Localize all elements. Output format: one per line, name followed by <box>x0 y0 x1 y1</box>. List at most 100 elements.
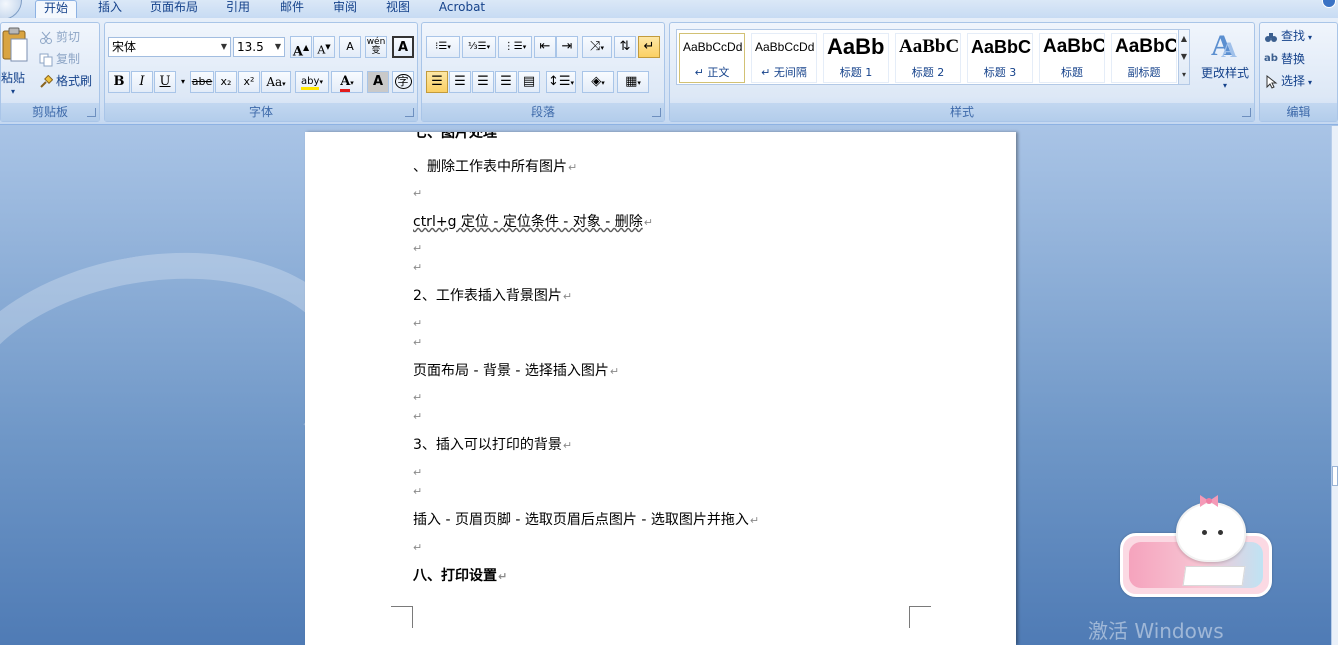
bullets-button[interactable]: ⁝☰▾ <box>426 36 460 58</box>
margin-corner-mark <box>909 606 931 628</box>
decrease-indent-button[interactable]: ⇤ <box>534 36 556 58</box>
document-page[interactable]: 七、图片处理 、删除工作表中所有图片↵ ↵ ctrl+g 定位 - 定位条件 -… <box>305 132 1016 645</box>
doc-line[interactable]: 3、插入可以打印的背景↵ <box>413 434 572 454</box>
tab-review[interactable]: 审阅 <box>325 0 365 18</box>
tab-page-layout[interactable]: 页面布局 <box>142 0 206 18</box>
asian-layout-button[interactable]: ⤨▾ <box>582 36 612 58</box>
underline-button[interactable]: U <box>154 71 176 93</box>
style-normal[interactable]: AaBbCcDd ↵ 正文 <box>679 33 745 83</box>
tab-home[interactable]: 开始 <box>35 0 77 18</box>
font-name-combo[interactable]: 宋体 ▼ <box>108 37 231 57</box>
align-right-button[interactable]: ☰ <box>472 71 494 93</box>
doc-line-text: 2、工作表插入背景图片 <box>413 288 562 304</box>
shrink-font-button[interactable]: A▼ <box>313 36 335 58</box>
tab-mailings[interactable]: 邮件 <box>272 0 312 18</box>
justify-button[interactable]: ☰ <box>495 71 517 93</box>
distributed-button[interactable]: ▤ <box>518 71 540 93</box>
select-button[interactable]: 选择 ▾ <box>1264 72 1312 89</box>
more-styles-icon[interactable]: ▾ <box>1179 66 1189 84</box>
doc-line[interactable]: 、删除工作表中所有图片↵ <box>413 156 577 176</box>
numbering-button[interactable]: ⅓☰▾ <box>462 36 496 58</box>
cut-button[interactable]: 剪切 <box>39 28 80 45</box>
replace-button[interactable]: ab 替换 <box>1264 50 1305 67</box>
chevron-down-icon[interactable]: ▾ <box>177 71 189 93</box>
align-right-icon: ☰ <box>477 74 489 89</box>
multilevel-list-button[interactable]: ⋮☰▾ <box>498 36 532 58</box>
change-case-button[interactable]: Aa▾ <box>261 71 291 93</box>
copy-button[interactable]: 复制 <box>39 50 80 67</box>
borders-button[interactable]: ▦▾ <box>617 71 649 93</box>
doc-heading[interactable]: 八、打印设置↵ <box>413 565 507 585</box>
tab-references[interactable]: 引用 <box>218 0 258 18</box>
paragraph-mark: ↵ <box>609 365 620 378</box>
align-left-button[interactable]: ☰ <box>426 71 448 93</box>
phonetic-guide-button[interactable]: wén 变 <box>365 36 387 58</box>
dialog-launcher-icon[interactable] <box>405 108 414 117</box>
office-button[interactable] <box>0 0 22 20</box>
chevron-down-icon: ▾ <box>1308 33 1313 42</box>
scroll-up-icon[interactable]: ▲ <box>1179 30 1189 48</box>
dialog-launcher-icon[interactable] <box>652 108 661 117</box>
subscript-button[interactable]: x₂ <box>215 71 237 93</box>
tab-insert[interactable]: 插入 <box>90 0 130 18</box>
superscript-button[interactable]: x² <box>238 71 260 93</box>
grow-font-button[interactable]: A▲ <box>290 36 312 60</box>
dialog-launcher-icon[interactable] <box>87 108 96 117</box>
scrollbar-thumb[interactable] <box>1332 466 1338 486</box>
help-icon[interactable] <box>1322 0 1336 8</box>
replace-icon: ab <box>1264 52 1278 64</box>
clipboard-group: 粘贴 ▾ 剪切 复制 格式刷 剪贴板 <box>0 22 100 122</box>
grow-font-icon: A <box>292 44 303 60</box>
clear-format-button[interactable]: A <box>339 36 361 58</box>
style-heading-1[interactable]: AaBb 标题 1 <box>823 33 889 83</box>
clipboard-group-label: 剪贴板 <box>1 103 99 121</box>
tab-view[interactable]: 视图 <box>378 0 418 18</box>
font-size-combo[interactable]: 13.5 ▼ <box>233 37 285 57</box>
char-border-icon: A <box>397 40 409 55</box>
style-heading-2[interactable]: AaBbC 标题 2 <box>895 33 961 83</box>
align-center-button[interactable]: ☰ <box>449 71 471 93</box>
paragraph-mark: ↵ <box>413 410 423 423</box>
chevron-down-icon[interactable]: ▼ <box>275 38 281 56</box>
font-color-button[interactable]: A▾ <box>331 71 363 93</box>
change-styles-label: 更改样式 <box>1200 66 1249 80</box>
char-border-button[interactable]: A <box>392 36 414 58</box>
strikethrough-button[interactable]: abe <box>190 71 214 93</box>
style-subtitle[interactable]: AaBbC 副标题 <box>1111 33 1177 83</box>
style-name: ↵ 正文 <box>694 66 730 79</box>
paintbrush-icon <box>39 74 54 89</box>
doc-line[interactable]: 插入 - 页眉页脚 - 选取页眉后点图片 - 选取图片并拖入↵ <box>413 509 759 529</box>
tab-acrobat[interactable]: Acrobat <box>432 0 492 18</box>
highlight-button[interactable]: aby▾ <box>295 71 329 93</box>
shading-button[interactable]: ◈▾ <box>582 71 614 93</box>
style-no-spacing[interactable]: AaBbCcDd ↵ 无间隔 <box>751 33 817 83</box>
change-styles-button[interactable]: A A 更改样式 ▾ <box>1198 27 1252 97</box>
style-heading-3[interactable]: AaBbC 标题 3 <box>967 33 1033 83</box>
char-shading-button[interactable]: A <box>367 71 389 93</box>
find-button[interactable]: 查找 ▾ <box>1264 27 1312 44</box>
doc-line[interactable]: ctrl+g 定位 - 定位条件 - 对象 - 删除↵ <box>413 211 653 231</box>
scroll-down-icon[interactable]: ▼ <box>1179 48 1189 66</box>
increase-indent-icon: ⇥ <box>561 39 573 54</box>
doc-line[interactable]: 2、工作表插入背景图片↵ <box>413 285 572 305</box>
chevron-down-icon[interactable]: ▼ <box>221 38 227 56</box>
align-center-icon: ☰ <box>454 74 466 89</box>
change-case-icon: Aa <box>266 75 283 89</box>
paste-button[interactable]: 粘贴 ▾ <box>1 27 31 97</box>
paragraph-mark: ↵ <box>749 514 760 527</box>
doc-line-text: 插入 - 页眉页脚 - 选取页眉后点图片 - 选取图片并拖入 <box>413 512 749 528</box>
increase-indent-button[interactable]: ⇥ <box>556 36 578 58</box>
sort-button[interactable]: ⇅ <box>614 36 636 58</box>
styles-group: AaBbCcDd ↵ 正文 AaBbCcDd ↵ 无间隔 AaBb 标题 1 A… <box>669 22 1255 122</box>
show-marks-button[interactable]: ↵ <box>638 36 660 58</box>
format-painter-button[interactable]: 格式刷 <box>39 72 92 89</box>
vertical-scrollbar[interactable] <box>1331 126 1338 645</box>
bold-button[interactable]: B <box>108 71 130 93</box>
line-spacing-button[interactable]: ↕☰▾ <box>546 71 576 93</box>
doc-line[interactable]: 页面布局 - 背景 - 选择插入图片↵ <box>413 360 619 380</box>
enclose-char-button[interactable]: 字 <box>392 71 414 93</box>
paragraph-mark: ↵ <box>498 570 508 583</box>
style-title[interactable]: AaBbC 标题 <box>1039 33 1105 83</box>
italic-button[interactable]: I <box>131 71 153 93</box>
dialog-launcher-icon[interactable] <box>1242 108 1251 117</box>
